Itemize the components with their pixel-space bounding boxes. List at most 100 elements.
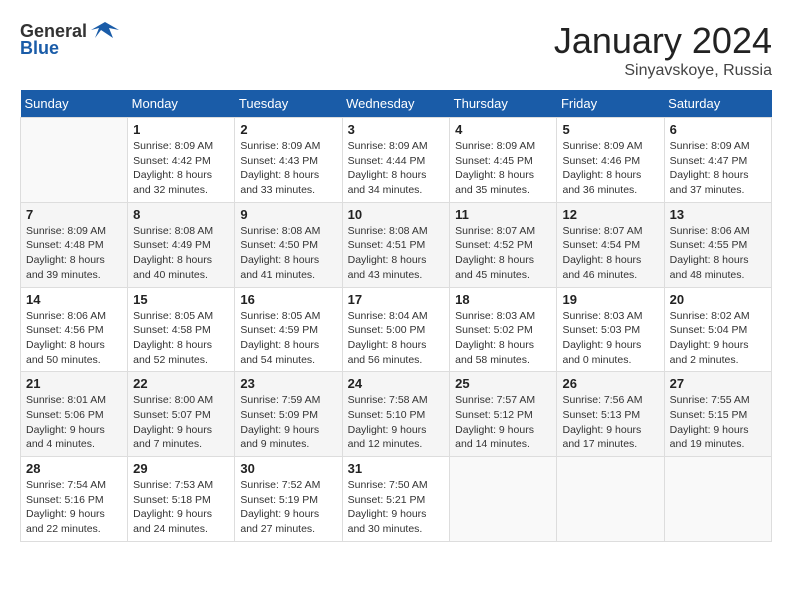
day-info: Sunrise: 8:06 AM Sunset: 4:56 PM Dayligh… (26, 309, 122, 368)
day-info: Sunrise: 8:09 AM Sunset: 4:47 PM Dayligh… (670, 139, 766, 198)
calendar-day-cell: 28 Sunrise: 7:54 AM Sunset: 5:16 PM Dayli… (21, 457, 128, 542)
day-number: 16 (240, 292, 336, 307)
day-number: 17 (348, 292, 445, 307)
logo-bird-icon (91, 20, 119, 42)
weekday-header-cell: Friday (557, 90, 664, 118)
calendar-day-cell: 24 Sunrise: 7:58 AM Sunset: 5:10 PM Dayli… (342, 372, 450, 457)
day-info: Sunrise: 8:03 AM Sunset: 5:02 PM Dayligh… (455, 309, 551, 368)
calendar-day-cell: 18 Sunrise: 8:03 AM Sunset: 5:02 PM Dayli… (450, 287, 557, 372)
calendar-day-cell: 21 Sunrise: 8:01 AM Sunset: 5:06 PM Dayli… (21, 372, 128, 457)
day-number: 24 (348, 376, 445, 391)
calendar-day-cell: 17Sunrise: 8:04 AM Sunset: 5:00 PM Dayli… (342, 287, 450, 372)
day-number: 4 (455, 122, 551, 137)
day-info: Sunrise: 8:08 AM Sunset: 4:51 PM Dayligh… (348, 224, 445, 283)
day-number: 11 (455, 207, 551, 222)
day-number: 30 (240, 461, 336, 476)
day-info: Sunrise: 7:56 AM Sunset: 5:13 PM Dayligh… (562, 393, 658, 452)
calendar-week-row: 21 Sunrise: 8:01 AM Sunset: 5:06 PM Dayli… (21, 372, 772, 457)
calendar-day-cell: 6 Sunrise: 8:09 AM Sunset: 4:47 PM Daylig… (664, 118, 771, 203)
calendar-day-cell: 5Sunrise: 8:09 AM Sunset: 4:46 PM Daylig… (557, 118, 664, 203)
calendar-body: 1Sunrise: 8:09 AM Sunset: 4:42 PM Daylig… (21, 118, 772, 542)
calendar-week-row: 28 Sunrise: 7:54 AM Sunset: 5:16 PM Dayli… (21, 457, 772, 542)
weekday-header-cell: Sunday (21, 90, 128, 118)
day-number: 27 (670, 376, 766, 391)
calendar-day-cell: 9 Sunrise: 8:08 AM Sunset: 4:50 PM Daylig… (235, 202, 342, 287)
weekday-header-cell: Thursday (450, 90, 557, 118)
calendar-day-cell: 19Sunrise: 8:03 AM Sunset: 5:03 PM Dayli… (557, 287, 664, 372)
day-info: Sunrise: 8:09 AM Sunset: 4:44 PM Dayligh… (348, 139, 445, 198)
day-number: 7 (26, 207, 122, 222)
day-info: Sunrise: 8:02 AM Sunset: 5:04 PM Dayligh… (670, 309, 766, 368)
day-info: Sunrise: 8:09 AM Sunset: 4:42 PM Dayligh… (133, 139, 229, 198)
day-info: Sunrise: 7:53 AM Sunset: 5:18 PM Dayligh… (133, 478, 229, 537)
calendar-day-cell: 14Sunrise: 8:06 AM Sunset: 4:56 PM Dayli… (21, 287, 128, 372)
day-number: 6 (670, 122, 766, 137)
calendar-day-cell: 11 Sunrise: 8:07 AM Sunset: 4:52 PM Dayli… (450, 202, 557, 287)
calendar-day-cell: 10 Sunrise: 8:08 AM Sunset: 4:51 PM Dayli… (342, 202, 450, 287)
day-number: 15 (133, 292, 229, 307)
calendar-title-block: January 2024 Sinyavskoye, Russia (554, 20, 772, 80)
day-info: Sunrise: 8:00 AM Sunset: 5:07 PM Dayligh… (133, 393, 229, 452)
weekday-header-cell: Wednesday (342, 90, 450, 118)
weekday-header-cell: Tuesday (235, 90, 342, 118)
calendar-week-row: 14Sunrise: 8:06 AM Sunset: 4:56 PM Dayli… (21, 287, 772, 372)
day-number: 10 (348, 207, 445, 222)
day-number: 22 (133, 376, 229, 391)
location-subtitle: Sinyavskoye, Russia (554, 62, 772, 80)
weekday-header-cell: Monday (128, 90, 235, 118)
day-number: 3 (348, 122, 445, 137)
day-number: 18 (455, 292, 551, 307)
calendar-day-cell: 1Sunrise: 8:09 AM Sunset: 4:42 PM Daylig… (128, 118, 235, 203)
day-info: Sunrise: 8:09 AM Sunset: 4:45 PM Dayligh… (455, 139, 551, 198)
day-info: Sunrise: 7:58 AM Sunset: 5:10 PM Dayligh… (348, 393, 445, 452)
day-info: Sunrise: 8:08 AM Sunset: 4:49 PM Dayligh… (133, 224, 229, 283)
calendar-day-cell: 22 Sunrise: 8:00 AM Sunset: 5:07 PM Dayli… (128, 372, 235, 457)
day-info: Sunrise: 7:50 AM Sunset: 5:21 PM Dayligh… (348, 478, 445, 537)
calendar-day-cell: 23 Sunrise: 7:59 AM Sunset: 5:09 PM Dayli… (235, 372, 342, 457)
day-info: Sunrise: 8:09 AM Sunset: 4:46 PM Dayligh… (562, 139, 658, 198)
weekday-header-cell: Saturday (664, 90, 771, 118)
day-number: 9 (240, 207, 336, 222)
day-info: Sunrise: 8:07 AM Sunset: 4:52 PM Dayligh… (455, 224, 551, 283)
calendar-day-cell (450, 457, 557, 542)
calendar-week-row: 7 Sunrise: 8:09 AM Sunset: 4:48 PM Daylig… (21, 202, 772, 287)
weekday-header-row: SundayMondayTuesdayWednesdayThursdayFrid… (21, 90, 772, 118)
calendar-day-cell: 8Sunrise: 8:08 AM Sunset: 4:49 PM Daylig… (128, 202, 235, 287)
calendar-day-cell: 4 Sunrise: 8:09 AM Sunset: 4:45 PM Daylig… (450, 118, 557, 203)
calendar-day-cell: 20Sunrise: 8:02 AM Sunset: 5:04 PM Dayli… (664, 287, 771, 372)
day-info: Sunrise: 8:01 AM Sunset: 5:06 PM Dayligh… (26, 393, 122, 452)
calendar-day-cell: 25 Sunrise: 7:57 AM Sunset: 5:12 PM Dayli… (450, 372, 557, 457)
calendar-day-cell: 26 Sunrise: 7:56 AM Sunset: 5:13 PM Dayli… (557, 372, 664, 457)
day-number: 21 (26, 376, 122, 391)
calendar-day-cell: 15 Sunrise: 8:05 AM Sunset: 4:58 PM Dayli… (128, 287, 235, 372)
day-info: Sunrise: 7:52 AM Sunset: 5:19 PM Dayligh… (240, 478, 336, 537)
calendar-day-cell: 30 Sunrise: 7:52 AM Sunset: 5:19 PM Dayli… (235, 457, 342, 542)
calendar-week-row: 1Sunrise: 8:09 AM Sunset: 4:42 PM Daylig… (21, 118, 772, 203)
calendar-day-cell: 27 Sunrise: 7:55 AM Sunset: 5:15 PM Dayli… (664, 372, 771, 457)
day-info: Sunrise: 7:54 AM Sunset: 5:16 PM Dayligh… (26, 478, 122, 537)
calendar-day-cell: 3 Sunrise: 8:09 AM Sunset: 4:44 PM Daylig… (342, 118, 450, 203)
calendar-day-cell: 2Sunrise: 8:09 AM Sunset: 4:43 PM Daylig… (235, 118, 342, 203)
day-number: 31 (348, 461, 445, 476)
day-number: 28 (26, 461, 122, 476)
calendar-table: SundayMondayTuesdayWednesdayThursdayFrid… (20, 90, 772, 542)
day-number: 13 (670, 207, 766, 222)
calendar-day-cell (664, 457, 771, 542)
calendar-day-cell: 29Sunrise: 7:53 AM Sunset: 5:18 PM Dayli… (128, 457, 235, 542)
logo: General Blue (20, 20, 119, 59)
day-info: Sunrise: 8:05 AM Sunset: 4:58 PM Dayligh… (133, 309, 229, 368)
day-number: 26 (562, 376, 658, 391)
day-number: 12 (562, 207, 658, 222)
day-info: Sunrise: 7:59 AM Sunset: 5:09 PM Dayligh… (240, 393, 336, 452)
day-info: Sunrise: 8:08 AM Sunset: 4:50 PM Dayligh… (240, 224, 336, 283)
calendar-day-cell: 31 Sunrise: 7:50 AM Sunset: 5:21 PM Dayli… (342, 457, 450, 542)
day-info: Sunrise: 8:09 AM Sunset: 4:43 PM Dayligh… (240, 139, 336, 198)
day-number: 23 (240, 376, 336, 391)
day-number: 25 (455, 376, 551, 391)
logo-blue-text: Blue (20, 38, 59, 59)
calendar-day-cell: 7 Sunrise: 8:09 AM Sunset: 4:48 PM Daylig… (21, 202, 128, 287)
day-info: Sunrise: 7:57 AM Sunset: 5:12 PM Dayligh… (455, 393, 551, 452)
day-info: Sunrise: 8:05 AM Sunset: 4:59 PM Dayligh… (240, 309, 336, 368)
day-info: Sunrise: 8:09 AM Sunset: 4:48 PM Dayligh… (26, 224, 122, 283)
day-info: Sunrise: 7:55 AM Sunset: 5:15 PM Dayligh… (670, 393, 766, 452)
